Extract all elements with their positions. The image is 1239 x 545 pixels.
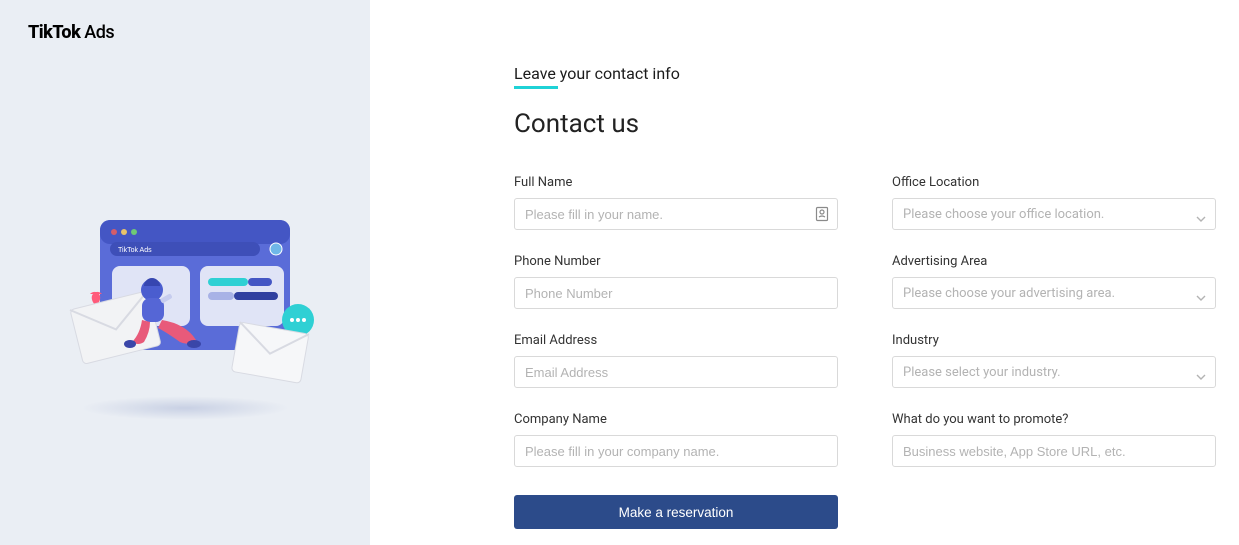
email-input[interactable]	[514, 356, 838, 388]
industry-select[interactable]: Please select your industry.	[892, 356, 1216, 388]
make-reservation-button[interactable]: Make a reservation	[514, 495, 838, 529]
phone-label: Phone Number	[514, 254, 838, 269]
promote-label: What do you want to promote?	[892, 412, 1216, 427]
field-industry: Industry Please select your industry.	[892, 333, 1216, 388]
tiktok-ads-logo: TikTok Ads	[28, 22, 114, 43]
company-input[interactable]	[514, 435, 838, 467]
promote-input[interactable]	[892, 435, 1216, 467]
advertising-area-label: Advertising Area	[892, 254, 1216, 269]
contact-form: Full Name Office Location Please choose …	[514, 175, 1167, 467]
field-promote: What do you want to promote?	[892, 412, 1216, 467]
full-name-label: Full Name	[514, 175, 838, 190]
page-title: Contact us	[514, 109, 1167, 139]
field-company: Company Name	[514, 412, 838, 467]
logo-bold: TikTok	[28, 22, 80, 43]
eyebrow-text: Leave your contact info	[514, 64, 680, 83]
field-advertising-area: Advertising Area Please choose your adve…	[892, 254, 1216, 309]
office-location-select[interactable]: Please choose your office location.	[892, 198, 1216, 230]
hero-illustration: TikTok Ads	[40, 210, 330, 410]
sidebar: TikTok Ads TikTok Ads	[0, 0, 370, 545]
field-office-location: Office Location Please choose your offic…	[892, 175, 1216, 230]
office-location-label: Office Location	[892, 175, 1216, 190]
company-label: Company Name	[514, 412, 838, 427]
field-phone: Phone Number	[514, 254, 838, 309]
field-email: Email Address	[514, 333, 838, 388]
advertising-area-select[interactable]: Please choose your advertising area.	[892, 277, 1216, 309]
main-content: Leave your contact info Contact us Full …	[370, 0, 1239, 545]
email-label: Email Address	[514, 333, 838, 348]
phone-input[interactable]	[514, 277, 838, 309]
full-name-input[interactable]	[514, 198, 838, 230]
field-full-name: Full Name	[514, 175, 838, 230]
industry-label: Industry	[892, 333, 1216, 348]
logo-light: Ads	[80, 22, 114, 43]
illustration-shadow	[80, 396, 290, 420]
illustration-app-label: TikTok Ads	[118, 247, 152, 254]
